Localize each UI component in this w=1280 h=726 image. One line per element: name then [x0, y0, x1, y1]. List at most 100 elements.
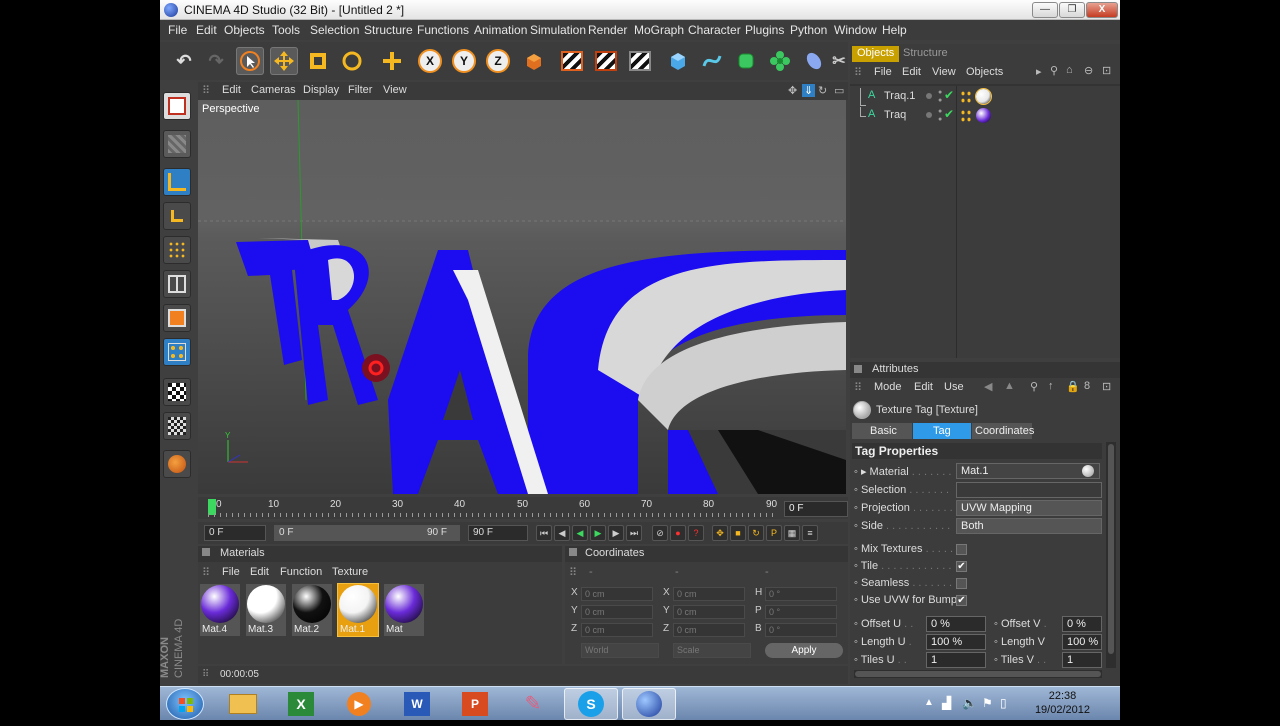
cinema4d-taskbar-icon[interactable]: [622, 688, 676, 720]
link-icon[interactable]: ⊖: [1084, 64, 1093, 77]
taskbar-clock[interactable]: 22:38 19/02/2012: [1035, 689, 1090, 717]
model-mode-icon[interactable]: [163, 130, 191, 158]
menu-help[interactable]: Help: [882, 23, 907, 37]
sculpt-mode-icon[interactable]: [163, 450, 191, 478]
maximize-button[interactable]: ❐: [1059, 2, 1085, 18]
go-to-start-icon[interactable]: ⏮: [536, 525, 552, 541]
z-axis-icon[interactable]: Z: [484, 47, 512, 75]
polygons-mode-icon[interactable]: [163, 304, 191, 332]
forward-arrow-icon[interactable]: ▲: [1004, 380, 1015, 392]
size-x-field[interactable]: 0 cm: [673, 587, 745, 601]
next-key-icon[interactable]: ▶: [608, 525, 624, 541]
axis-mode-icon[interactable]: [163, 202, 191, 230]
texture-mode-icon[interactable]: [163, 378, 191, 406]
enabled-check-icon[interactable]: ✔: [944, 88, 954, 102]
scale-dropdown[interactable]: Scale: [673, 643, 751, 658]
redo-icon[interactable]: ↷: [202, 47, 230, 75]
deformer-icon[interactable]: [800, 47, 828, 75]
points-mode-icon[interactable]: [163, 236, 191, 264]
rotate-tool-icon[interactable]: [338, 47, 366, 75]
settings-icon[interactable]: 8: [1084, 380, 1090, 392]
panel-close-icon[interactable]: [202, 548, 210, 556]
object-row[interactable]: A Traq ● ● ✔: [850, 107, 1120, 125]
uvw-bump-checkbox[interactable]: ✔: [956, 595, 967, 606]
coordinate-system-icon[interactable]: [520, 47, 548, 75]
apply-button[interactable]: Apply: [765, 643, 843, 658]
layout-icon[interactable]: [163, 92, 191, 120]
edges-mode-icon[interactable]: [163, 270, 191, 298]
object-name[interactable]: Traq: [884, 109, 906, 121]
attr-menu-mode[interactable]: Mode: [874, 381, 902, 393]
tile-checkbox[interactable]: ✔: [956, 561, 967, 572]
skype-taskbar-icon[interactable]: S: [564, 688, 618, 720]
material-swatch[interactable]: Mat.4: [200, 584, 240, 636]
texture-tag-icon[interactable]: [976, 108, 991, 123]
tiles-v-field[interactable]: 1: [1062, 652, 1102, 668]
length-v-field[interactable]: 100 %: [1062, 634, 1102, 650]
object-row[interactable]: A Traq.1 ● ● ✔: [850, 88, 1120, 106]
menu-plugins[interactable]: Plugins: [745, 23, 784, 37]
attributes-scrollbar[interactable]: [1106, 442, 1116, 668]
minimize-button[interactable]: —: [1032, 2, 1058, 18]
more-tools-icon[interactable]: ✂: [832, 47, 846, 75]
material-swatch[interactable]: Mat.2: [292, 584, 332, 636]
attr-search-icon[interactable]: ⚲: [1030, 380, 1038, 393]
object-axis-icon[interactable]: [163, 168, 191, 196]
start-frame-field[interactable]: 0 F: [204, 525, 266, 541]
materials-menu-file[interactable]: File: [222, 566, 240, 578]
end-frame-field[interactable]: 90 F: [468, 525, 528, 541]
scale-tool-icon[interactable]: [304, 47, 332, 75]
objects-menu-objects[interactable]: Objects: [966, 66, 1003, 78]
key-position-icon[interactable]: ✥: [712, 525, 728, 541]
tab-objects[interactable]: Objects: [852, 46, 900, 62]
material-preview-icon[interactable]: [1082, 465, 1094, 477]
close-button[interactable]: X: [1086, 2, 1118, 18]
menu-render[interactable]: Render: [588, 23, 627, 37]
paint-taskbar-icon[interactable]: ✎: [506, 688, 560, 720]
materials-menu-edit[interactable]: Edit: [250, 566, 269, 578]
side-dropdown[interactable]: Both: [956, 518, 1102, 534]
viewport-menu-display[interactable]: Display: [303, 84, 339, 96]
world-dropdown[interactable]: World: [581, 643, 659, 658]
attr-menu-edit[interactable]: Edit: [914, 381, 933, 393]
seamless-checkbox[interactable]: [956, 578, 967, 589]
move-tool-icon[interactable]: [270, 47, 298, 75]
viewport-menu-edit[interactable]: Edit: [222, 84, 241, 96]
menu-window[interactable]: Window: [834, 23, 877, 37]
y-axis-icon[interactable]: Y: [450, 47, 478, 75]
objects-menu-edit[interactable]: Edit: [902, 66, 921, 78]
viewport-maximize-icon[interactable]: ▭: [834, 84, 844, 97]
projection-dropdown[interactable]: UVW Mapping: [956, 500, 1102, 516]
menu-objects[interactable]: Objects: [224, 23, 265, 37]
menu-selection[interactable]: Selection: [310, 23, 359, 37]
autokeying-icon[interactable]: ?: [688, 525, 704, 541]
scrollbar-thumb[interactable]: [1108, 444, 1114, 654]
phong-tag-icon[interactable]: [960, 90, 972, 104]
material-link-field[interactable]: Mat.1: [956, 463, 1100, 479]
pos-y-field[interactable]: 0 cm: [581, 605, 653, 619]
viewport-zoom-icon[interactable]: ⇓: [802, 84, 816, 97]
material-swatch[interactable]: Mat.3: [246, 584, 286, 636]
viewport-menu-filter[interactable]: Filter: [348, 84, 372, 96]
subdivision-surface-icon[interactable]: [732, 47, 760, 75]
tab-basic[interactable]: Basic: [852, 423, 912, 439]
texture-tag-icon[interactable]: [975, 88, 992, 105]
rot-p-field[interactable]: 0 °: [765, 605, 837, 619]
objects-menu-file[interactable]: File: [874, 66, 892, 78]
action-center-flag-icon[interactable]: ⚑: [982, 696, 993, 710]
length-u-field[interactable]: 100 %: [926, 634, 986, 650]
material-swatch[interactable]: Mat: [384, 584, 424, 636]
tab-coordinates[interactable]: Coordinates: [972, 423, 1034, 439]
materials-menu-texture[interactable]: Texture: [332, 566, 368, 578]
live-selection-icon[interactable]: [236, 47, 264, 75]
visibility-dot-icon[interactable]: [926, 112, 932, 118]
material-swatch[interactable]: Mat.1: [337, 583, 379, 637]
x-axis-icon[interactable]: X: [416, 47, 444, 75]
new-view-icon[interactable]: ⊡: [1102, 64, 1111, 77]
pos-x-field[interactable]: 0 cm: [581, 587, 653, 601]
key-scale-icon[interactable]: ■: [730, 525, 746, 541]
start-button[interactable]: [166, 688, 204, 720]
array-icon[interactable]: [766, 47, 794, 75]
home-icon[interactable]: ⌂: [1066, 64, 1073, 76]
materials-menu-function[interactable]: Function: [280, 566, 322, 578]
